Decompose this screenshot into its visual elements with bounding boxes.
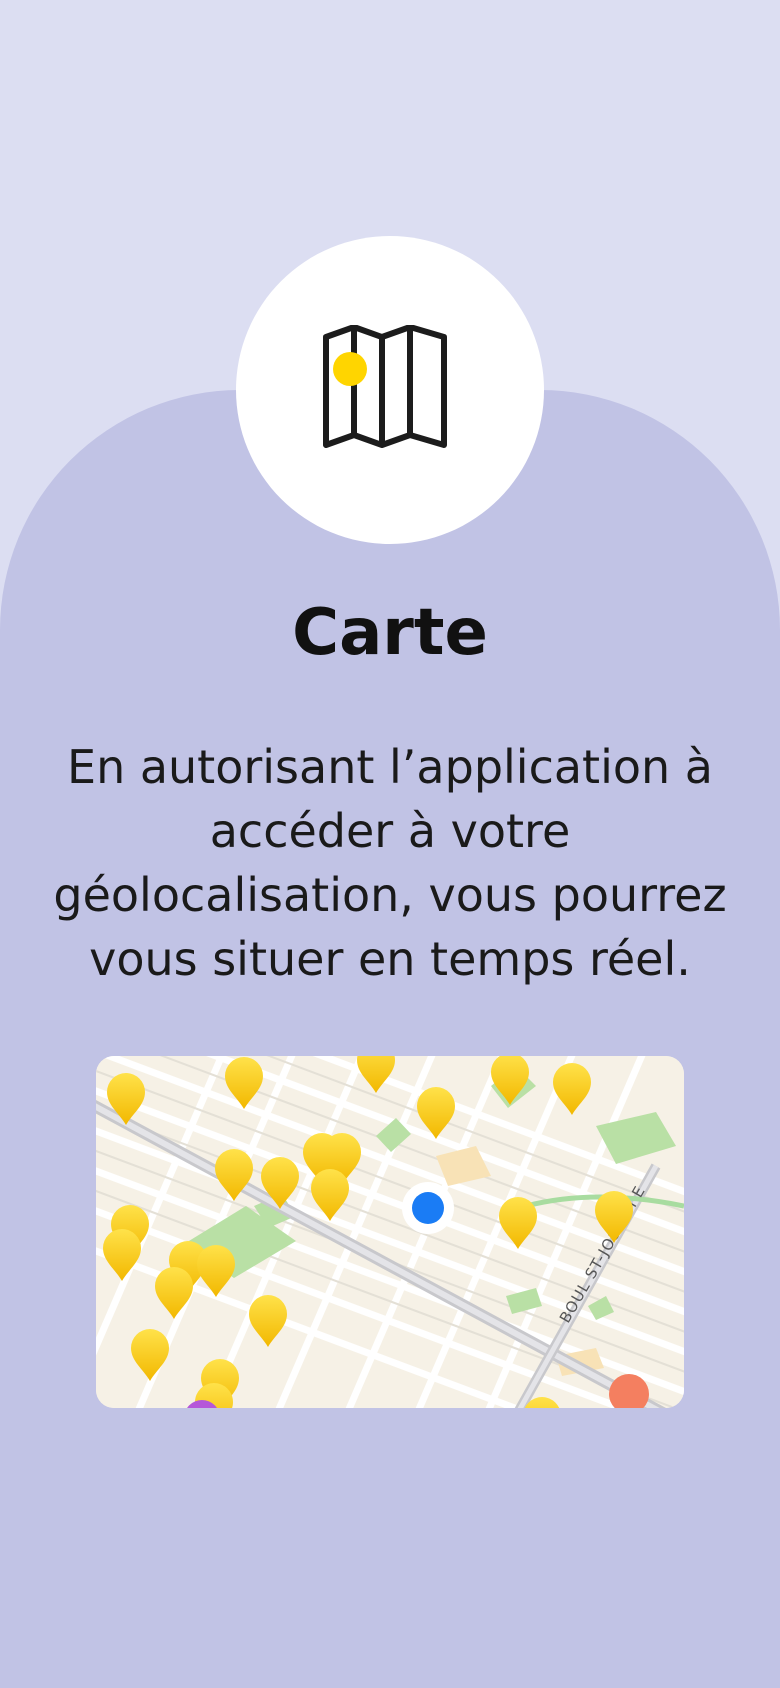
- content-panel: [0, 390, 780, 1688]
- map-icon-badge: [236, 236, 544, 544]
- map-preview-graphic: BOUL ST-JOSEPH E: [96, 1056, 684, 1408]
- page-title: Carte: [292, 596, 488, 670]
- folded-map-icon: [323, 325, 447, 448]
- map-preview: BOUL ST-JOSEPH E: [96, 1056, 684, 1408]
- user-location-dot: [402, 1182, 454, 1234]
- permission-description: En autorisant l’application à accéder à …: [53, 740, 727, 986]
